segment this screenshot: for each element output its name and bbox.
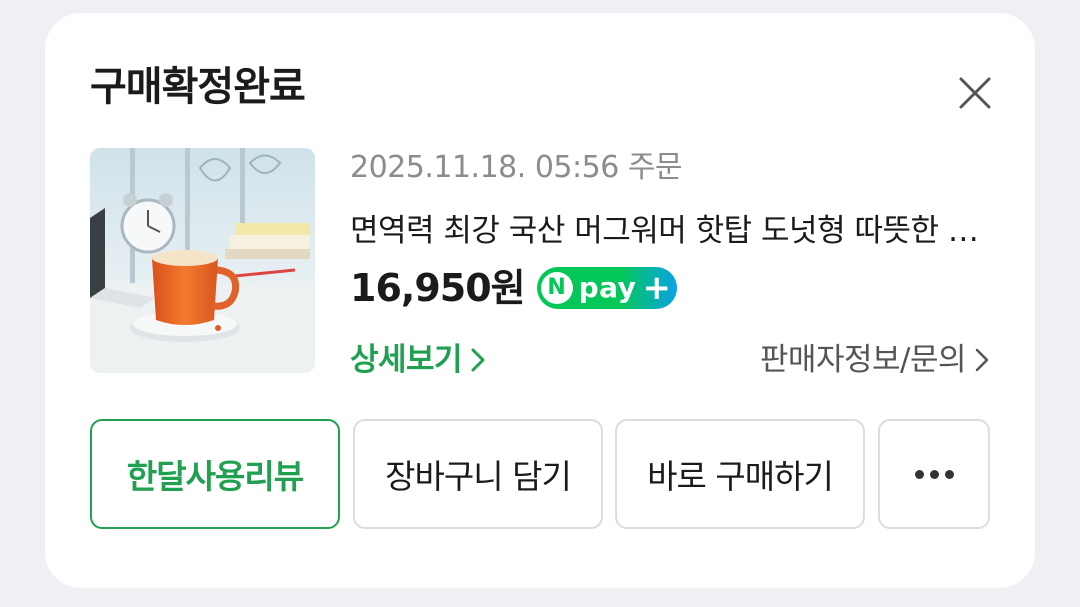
npay-logo-n: N <box>540 272 573 304</box>
npay-plus-badge: N pay + <box>536 267 677 309</box>
links-row: 상세보기 판매자정보/문의 <box>350 338 990 382</box>
seller-info-link[interactable]: 판매자정보/문의 <box>760 338 990 382</box>
product-thumbnail[interactable] <box>90 148 315 373</box>
product-price: 16,950원 <box>350 266 526 310</box>
close-icon[interactable] <box>955 73 995 113</box>
chevron-right-icon <box>470 338 486 382</box>
card-title: 구매확정완료 <box>90 64 306 110</box>
order-date: 2025.11.18. 05:56 주문 <box>350 150 683 185</box>
detail-link[interactable]: 상세보기 <box>350 338 486 382</box>
more-button[interactable] <box>878 419 990 529</box>
detail-link-label: 상세보기 <box>350 342 463 378</box>
more-dots-icon <box>914 469 954 479</box>
npay-logo-text: pay <box>578 271 637 304</box>
monthly-review-button[interactable]: 한달사용리뷰 <box>90 419 340 529</box>
npay-plus-icon: + <box>642 268 671 308</box>
price-row: 16,950원 N pay + <box>350 263 677 313</box>
add-to-cart-button[interactable]: 장바구니 담기 <box>353 419 603 529</box>
chevron-right-icon <box>974 338 990 382</box>
purchase-confirm-card: 구매확정완료 2025.11.18. 05:56 주문 면역력 최강 국산 머그… <box>45 13 1035 588</box>
product-name[interactable]: 면역력 최강 국산 머그워머 핫탑 도넛형 따뜻한 컵받침 <box>350 210 990 252</box>
seller-info-label: 판매자정보/문의 <box>759 342 967 378</box>
buy-now-button[interactable]: 바로 구매하기 <box>615 419 865 529</box>
